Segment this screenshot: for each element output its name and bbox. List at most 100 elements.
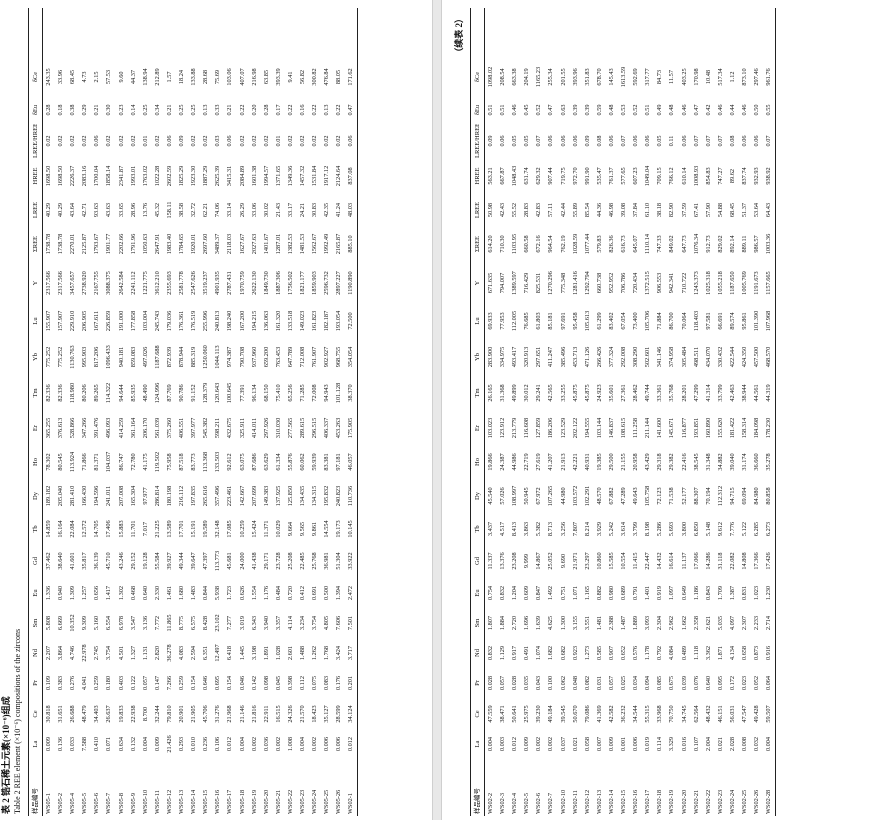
table-cell: 35.601 — [607, 384, 615, 402]
table-cell: 6.669 — [57, 615, 65, 631]
table-cell: 7.501 — [347, 615, 355, 631]
table-cell: 47.397 — [202, 552, 210, 570]
table-cell: 747.27 — [716, 167, 724, 185]
table-cell: 1110.14 — [644, 234, 652, 254]
sample-id-cell: WS02-16 — [632, 789, 640, 814]
table-cell: 25.768 — [311, 552, 319, 570]
table-cell: 616.73 — [620, 235, 628, 253]
table-cell: 72.500 — [347, 312, 355, 330]
table-cell: 286.814 — [153, 485, 161, 507]
table-cell: 201.55 — [559, 68, 567, 86]
sample-id-cell: WS05-16 — [214, 789, 222, 814]
table-cell: 0.02 — [190, 135, 198, 147]
table-cell: 193.054 — [335, 310, 343, 332]
table-cell: 49.184 — [547, 705, 555, 723]
table-row: WS05-12 21.426 79.810 7.266 36.278 11.865 1.46… — [164, 8, 176, 816]
table-cell: 0.634 — [117, 736, 125, 752]
table-cell: 157.907 — [57, 310, 65, 332]
table-cell: 0.122 — [129, 675, 137, 691]
sample-id-cell: WS02-15 — [620, 789, 628, 814]
table-cell: 0.28 — [262, 104, 270, 116]
table-cell: 414.011 — [250, 417, 258, 439]
table-cell: 49.643 — [632, 487, 640, 505]
table-cell: 112.312 — [716, 485, 724, 507]
table-cell: 10.259 — [238, 520, 246, 538]
table-cell: 0.009 — [45, 736, 52, 752]
table-cell: 1022.28 — [153, 165, 161, 187]
table-cell: 0.754 — [487, 585, 494, 601]
table-cell: 3088.375 — [105, 271, 113, 295]
table-cell: 0.46 — [511, 104, 519, 116]
table-cell: 103.144 — [595, 417, 603, 439]
table-cell: 11.337 — [487, 552, 494, 570]
table-cell: 0.06 — [680, 135, 688, 147]
table-cell: 1.723 — [226, 585, 234, 601]
table-cell: 1.401 — [644, 585, 652, 601]
table-row: WS05-25 0.006 35.127 0.083 1.768 4.805 0.500 36… — [321, 8, 333, 816]
table-cell: 24.21 — [298, 202, 306, 218]
table-cell: 0.30 — [105, 104, 113, 116]
column-header: La — [474, 740, 481, 748]
table-cell: 0.058 — [583, 736, 591, 752]
table-cell: 42.83 — [535, 202, 543, 218]
table-cell: 34.544 — [632, 705, 640, 723]
table-cell: 134.315 — [311, 485, 319, 507]
table-cell: 69.094 — [740, 487, 748, 505]
table-cell: 3.093 — [644, 615, 652, 631]
table-cell: 0.832 — [487, 645, 494, 661]
table-cell: 67.41 — [692, 202, 700, 218]
table-cell: 2.028 — [728, 736, 736, 752]
table-cell: 0.907 — [607, 645, 615, 661]
table-cell: 1825.29 — [178, 165, 186, 187]
table-cell: 67.054 — [620, 312, 628, 330]
table-cell: 35.127 — [323, 705, 331, 723]
table-cell: 0.021 — [571, 736, 579, 752]
table-cell: 341.146 — [656, 346, 664, 368]
table-row: WS05-16 0.106 31.276 0.695 12.497 23.102 5.938… — [212, 8, 224, 816]
sample-id-cell: WS05-4 — [69, 793, 77, 814]
table-cell: 76.685 — [523, 312, 531, 330]
table-cell: 1.12 — [728, 71, 736, 83]
table-cell: 48.03 — [347, 202, 355, 218]
sample-id-cell: WS02-26 — [753, 789, 761, 814]
table-cell: 55.89 — [571, 202, 579, 218]
table-cell: 15.585 — [607, 552, 615, 570]
table-cell: 6.575 — [190, 615, 198, 631]
table-cell: 563.21 — [487, 167, 494, 185]
table-cell: 59.507 — [765, 705, 773, 723]
table-cell: 972.70 — [571, 167, 579, 185]
table-cell: 0.057 — [499, 675, 507, 691]
table-cell: 118.980 — [69, 382, 77, 404]
table-cell: 70.750 — [668, 705, 676, 723]
table-cell: 2738.920 — [81, 271, 89, 295]
table-row: WS05-8 0.634 19.833 0.403 4.501 6.978 1.302 43.… — [116, 8, 128, 816]
table-cell: 766.12 — [668, 167, 676, 185]
table-page-right: （续表 2） 样品编号 La Ce Pr Nd Sm Eu Gd Tb Dy Ho Er Tm Yb Lu Y… — [441, 0, 874, 820]
table-cell: 0.08 — [595, 135, 603, 147]
table-cell: 678.70 — [595, 68, 603, 86]
table-cell: 0.276 — [69, 675, 77, 691]
table-cell: 659.200 — [262, 346, 270, 368]
table-cell: 1887.29 — [202, 165, 210, 187]
table-cell: 24.923 — [595, 384, 603, 402]
sample-id-cell: WS05-25 — [323, 789, 331, 814]
table-cell: 3.198 — [250, 645, 258, 661]
table-cell: 80.545 — [57, 453, 65, 471]
table-cell: 9.565 — [298, 521, 306, 537]
table-cell: 119.502 — [153, 451, 161, 473]
sample-id-cell: WS05-12 — [165, 789, 173, 814]
table-cell: 0.154 — [190, 675, 198, 691]
sample-id-cell: WS02-4 — [511, 793, 519, 814]
table-cell: 0.585 — [595, 645, 603, 661]
table-cell: 493.417 — [511, 346, 519, 368]
table-cell: 33.14 — [226, 202, 234, 218]
table-cell: 125.850 — [286, 485, 294, 507]
table-cell: 297.926 — [262, 417, 270, 439]
table-cell: 84.73 — [656, 69, 664, 85]
column-header: 样品编号 — [32, 788, 39, 814]
table-cell: 1.262 — [311, 645, 319, 661]
table-cell: 45.875 — [571, 384, 579, 402]
table-cell: 0.751 — [559, 585, 567, 601]
table-cell: 825.531 — [535, 272, 543, 294]
table-cell: 0.29 — [81, 104, 89, 116]
